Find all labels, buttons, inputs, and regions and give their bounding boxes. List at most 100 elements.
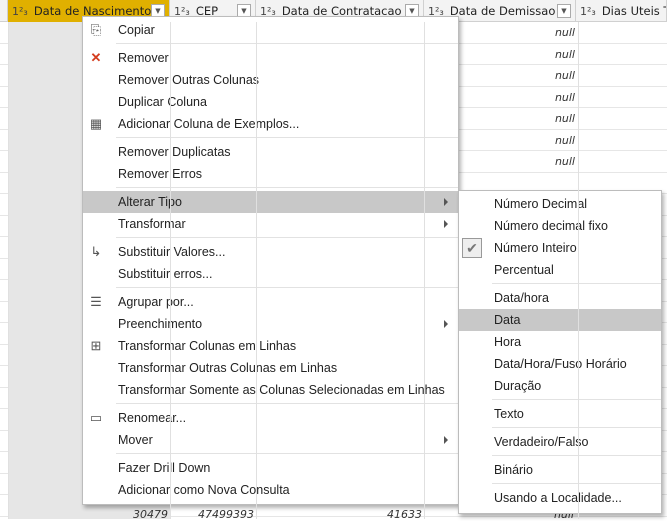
menu-item-substituir-valores[interactable]: ↳ Substituir Valores... bbox=[83, 241, 458, 263]
menu-item-renomear[interactable]: ▭ Renomear... bbox=[83, 407, 458, 429]
table-cell: null bbox=[554, 90, 575, 104]
menu-item-label: Data/Hora/Fuso Horário bbox=[494, 357, 627, 371]
menu-item-label: Renomear... bbox=[118, 411, 187, 425]
whole-number-type-icon[interactable]: 1²₃ bbox=[12, 5, 28, 18]
menu-item-label: Agrupar por... bbox=[118, 295, 194, 309]
table-cell: null bbox=[554, 155, 575, 168]
menu-item-label: Copiar bbox=[118, 23, 155, 37]
submenu-arrow-icon bbox=[444, 198, 448, 206]
menu-item-label: Transformar bbox=[118, 217, 186, 231]
submenu-arrow-icon bbox=[444, 436, 448, 444]
menu-item-nu-mero-inteiro[interactable]: ✔ Número Inteiro bbox=[459, 237, 661, 259]
table-cell: null bbox=[554, 112, 575, 125]
menu-item-label: Preenchimento bbox=[118, 317, 203, 331]
menu-item-label: Remover Duplicatas bbox=[118, 145, 231, 159]
menu-item-label: Percentual bbox=[494, 263, 554, 277]
column-context-menu: ⎘ Copiar ✕ Remover Remover Outras Colunas Dup… bbox=[82, 16, 459, 505]
table-cell: 47499393 bbox=[198, 508, 254, 521]
submenu-arrow-icon bbox=[444, 220, 448, 228]
menu-item-label: Número Decimal bbox=[494, 197, 588, 211]
menu-item-agrupar-por[interactable]: ☰ Agrupar por... bbox=[83, 291, 458, 313]
menu-item-mover[interactable]: Mover bbox=[83, 429, 458, 451]
menu-item-bina-rio[interactable]: Binário bbox=[459, 459, 661, 481]
menu-item-label: Mover bbox=[118, 433, 153, 447]
column-divider bbox=[170, 22, 171, 519]
menu-item-transformar-colunas-em-linhas[interactable]: ⊞ Transformar Colunas em Linhas bbox=[83, 335, 458, 357]
submenu-arrow-icon bbox=[444, 320, 448, 328]
table-cell: 41633 bbox=[387, 508, 422, 521]
menu-item-copiar[interactable]: ⎘ Copiar bbox=[83, 19, 458, 41]
menu-item-label: Hora bbox=[494, 335, 522, 349]
menu-item-label: Remover bbox=[118, 51, 169, 65]
menu-item-transformar[interactable]: Transformar bbox=[83, 213, 458, 235]
menu-item-label: Transformar Colunas em Linhas bbox=[118, 339, 297, 353]
menu-item-remover[interactable]: ✕ Remover bbox=[83, 47, 458, 69]
menu-item-remover-erros[interactable]: Remover Erros bbox=[83, 163, 458, 185]
menu-item-label: Alterar Tipo bbox=[118, 195, 182, 209]
whole-number-type-icon[interactable]: 1²₃ bbox=[580, 5, 596, 18]
column-label: Data de Demissao bbox=[449, 4, 556, 18]
menu-item-remover-duplicatas[interactable]: Remover Duplicatas bbox=[83, 141, 458, 163]
checkmark-icon: ✔ bbox=[462, 238, 482, 258]
column-divider bbox=[256, 22, 257, 519]
menu-item-label: Remover Erros bbox=[118, 167, 203, 181]
menu-item-transformar-somente-as-colunas-selecionadas-em-linhas[interactable]: Transformar Somente as Colunas Seleciona… bbox=[83, 379, 458, 401]
column-divider bbox=[578, 22, 579, 519]
row-number-header bbox=[0, 0, 8, 21]
menu-item-nu-mero-decimal-fixo[interactable]: Número decimal fixo bbox=[459, 215, 661, 237]
menu-item-transformar-outras-colunas-em-linhas[interactable]: Transformar Outras Colunas em Linhas bbox=[83, 357, 458, 379]
menu-item-label: Data/hora bbox=[494, 291, 549, 305]
menu-item-label: Binário bbox=[494, 463, 533, 477]
menu-item-preenchimento[interactable]: Preenchimento bbox=[83, 313, 458, 335]
column-divider bbox=[8, 22, 9, 519]
menu-item-hora[interactable]: Hora bbox=[459, 331, 661, 353]
menu-item-label: Data bbox=[494, 313, 521, 327]
menu-item-label: Adicionar como Nova Consulta bbox=[118, 483, 290, 497]
menu-item-substituir-erros[interactable]: Substituir erros... bbox=[83, 263, 458, 285]
menu-item-alterar-tipo[interactable]: Alterar Tipo bbox=[83, 191, 458, 213]
menu-item-label: Número Inteiro bbox=[494, 241, 577, 255]
remove-column-icon: ✕ bbox=[90, 50, 102, 65]
menu-item-label: Duração bbox=[494, 379, 542, 393]
table-cell: null bbox=[554, 47, 575, 61]
menu-item-verdadeiro-falso[interactable]: Verdadeiro/Falso bbox=[459, 431, 661, 453]
menu-item-percentual[interactable]: Percentual bbox=[459, 259, 661, 281]
menu-item-data[interactable]: Data bbox=[459, 309, 661, 331]
menu-item-label: Substituir Valores... bbox=[118, 245, 226, 259]
table-cell: null bbox=[554, 26, 575, 39]
menu-item-data-hora-fuso-hora-rio[interactable]: Data/Hora/Fuso Horário bbox=[459, 353, 661, 375]
menu-item-label: Substituir erros... bbox=[118, 267, 213, 281]
replace-values-icon: ↳ bbox=[90, 244, 102, 259]
table-cell: 30479 bbox=[133, 508, 168, 521]
menu-item-label: Duplicar Coluna bbox=[118, 95, 207, 109]
menu-item-remover-outras-colunas[interactable]: Remover Outras Colunas bbox=[83, 69, 458, 91]
group-by-icon: ☰ bbox=[90, 294, 102, 309]
column-header[interactable]: 1²₃ Dias Uteis Tr bbox=[576, 0, 667, 22]
filter-dropdown-icon[interactable]: ▼ bbox=[557, 4, 571, 18]
unpivot-icon: ⊞ bbox=[90, 338, 102, 353]
menu-item-duplicar-coluna[interactable]: Duplicar Coluna bbox=[83, 91, 458, 113]
menu-item-adicionar-coluna-de-exemplos[interactable]: ▦ Adicionar Coluna de Exemplos... bbox=[83, 113, 458, 135]
table-cell: null bbox=[554, 133, 575, 147]
menu-item-usando-a-localidade[interactable]: Usando a Localidade... bbox=[459, 487, 661, 509]
menu-item-adicionar-como-nova-consulta[interactable]: Adicionar como Nova Consulta bbox=[83, 479, 458, 501]
menu-item-label: Fazer Drill Down bbox=[118, 461, 211, 475]
menu-item-label: Transformar Outras Colunas em Linhas bbox=[118, 361, 338, 375]
column-from-examples-icon: ▦ bbox=[89, 116, 103, 131]
menu-item-nu-mero-decimal[interactable]: Número Decimal bbox=[459, 193, 661, 215]
menu-item-label: Adicionar Coluna de Exemplos... bbox=[118, 117, 300, 131]
column-label: Dias Uteis Tr bbox=[601, 4, 667, 18]
menu-item-durac-a-o[interactable]: Duração bbox=[459, 375, 661, 397]
copy-icon: ⎘ bbox=[90, 22, 102, 37]
menu-item-fazer-drill-down[interactable]: Fazer Drill Down bbox=[83, 457, 458, 479]
table-cell: null bbox=[554, 69, 575, 82]
menu-item-label: Texto bbox=[494, 407, 524, 421]
menu-item-label: Transformar Somente as Colunas Seleciona… bbox=[118, 383, 445, 397]
menu-item-label: Remover Outras Colunas bbox=[118, 73, 260, 87]
menu-item-data-hora[interactable]: Data/hora bbox=[459, 287, 661, 309]
menu-item-label: Usando a Localidade... bbox=[494, 491, 622, 505]
menu-item-label: Verdadeiro/Falso bbox=[494, 435, 589, 449]
menu-item-label: Número decimal fixo bbox=[494, 219, 608, 233]
menu-item-texto[interactable]: Texto bbox=[459, 403, 661, 425]
column-divider bbox=[424, 22, 425, 519]
